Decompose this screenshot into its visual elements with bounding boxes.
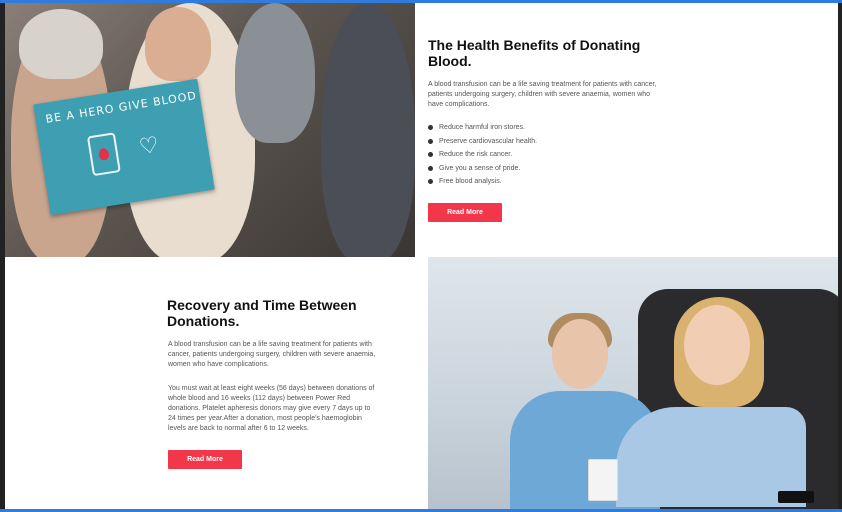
list-item: Free blood analysis. [428, 177, 658, 191]
right-woman-figure [321, 3, 415, 257]
phone-object [778, 491, 814, 503]
donors-group-photo: BE A HERO GIVE BLOOD ♡ [5, 3, 415, 257]
smiling-woman-face [145, 7, 211, 81]
health-benefits-title: The Health Benefits of Donating Blood. [428, 37, 641, 69]
older-woman-hair [19, 9, 103, 79]
blood-bag-icon [86, 132, 121, 177]
blood-drop-icon [98, 147, 110, 161]
heart-icon: ♡ [137, 131, 161, 160]
recovery-paragraph-details: You must wait at least eight weeks (56 d… [168, 385, 375, 432]
recovery-title: Recovery and Time Between Donations. [167, 297, 357, 329]
page-content: BE A HERO GIVE BLOOD ♡ The Health Benefi… [5, 3, 838, 509]
background-person [235, 3, 315, 143]
read-more-button[interactable]: Read More [168, 450, 242, 469]
donation-chair-photo [428, 257, 838, 509]
health-benefits-paragraph: A blood transfusion can be a life saving… [428, 81, 657, 108]
patient-face [684, 305, 750, 385]
list-item: Give you a sense of pride. [428, 164, 658, 178]
list-item: Reduce harmful iron stores. [428, 123, 658, 137]
benefits-list: Reduce harmful iron stores. Preserve car… [428, 123, 658, 191]
recovery-paragraph: A blood transfusion can be a life saving… [168, 341, 376, 368]
list-item: Preserve cardiovascular health. [428, 137, 658, 151]
list-item: Reduce the risk cancer. [428, 150, 658, 164]
nurse-face [552, 319, 608, 389]
water-cup [588, 459, 618, 501]
read-more-button[interactable]: Read More [428, 203, 502, 222]
